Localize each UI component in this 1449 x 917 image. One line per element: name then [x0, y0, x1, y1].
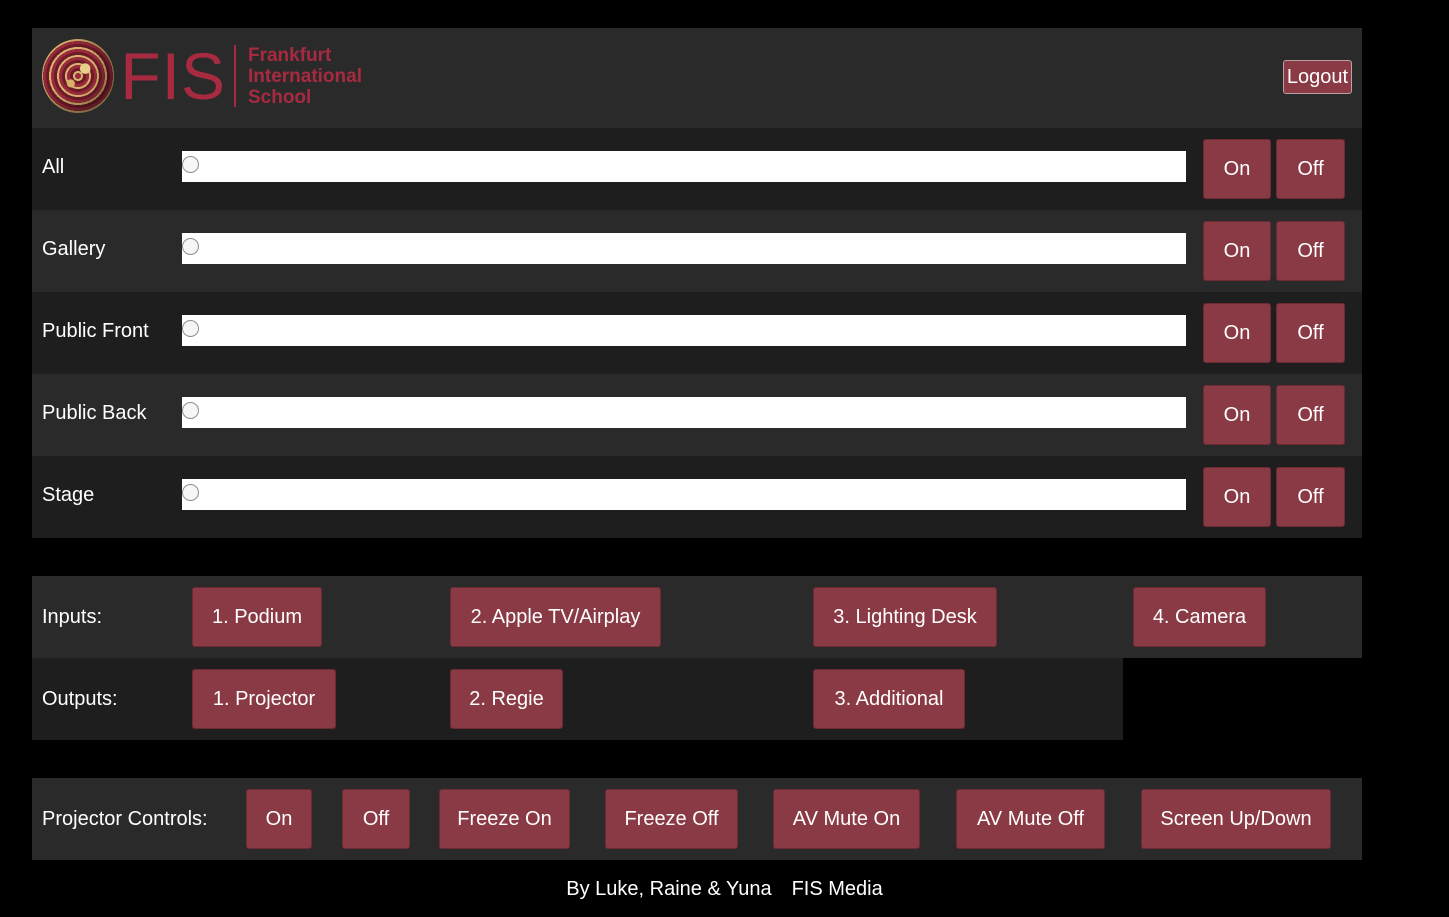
slider-handle[interactable] — [182, 402, 199, 419]
zone-on-button-gallery[interactable]: On — [1203, 221, 1271, 281]
zone-row-all: All On Off — [32, 128, 1362, 210]
screen-up-down-button[interactable]: Screen Up/Down — [1141, 789, 1331, 849]
logout-button[interactable]: Logout — [1282, 60, 1352, 94]
zone-slider-all[interactable] — [182, 151, 1186, 182]
zone-on-button-public-front[interactable]: On — [1203, 303, 1271, 363]
output-additional-button[interactable]: 3. Additional — [813, 669, 965, 729]
slider-handle[interactable] — [182, 238, 199, 255]
zone-label: Public Front — [42, 320, 149, 342]
outputs-row: Outputs: 1. Projector 2. Regie 3. Additi… — [32, 658, 1123, 740]
zone-off-button-public-front[interactable]: Off — [1276, 303, 1345, 363]
zone-on-button-all[interactable]: On — [1203, 139, 1271, 199]
output-projector-button[interactable]: 1. Projector — [192, 669, 336, 729]
projector-on-button[interactable]: On — [246, 789, 312, 849]
input-camera-button[interactable]: 4. Camera — [1133, 587, 1266, 647]
zone-slider-public-back[interactable] — [182, 397, 1186, 428]
school-name-line-3: School — [247, 86, 312, 108]
school-name: Frankfurt International School — [248, 45, 362, 108]
zone-off-button-all[interactable]: Off — [1276, 139, 1345, 199]
zone-on-button-stage[interactable]: On — [1203, 467, 1271, 527]
zone-row-public-back: Public Back On Off — [32, 374, 1362, 456]
zone-slider-gallery[interactable] — [182, 233, 1186, 264]
freeze-on-button[interactable]: Freeze On — [439, 789, 570, 849]
zone-off-button-stage[interactable]: Off — [1276, 467, 1345, 527]
slider-handle[interactable] — [182, 156, 199, 173]
zone-row-public-front: Public Front On Off — [32, 292, 1362, 374]
output-regie-button[interactable]: 2. Regie — [450, 669, 563, 729]
zone-label: Gallery — [42, 238, 106, 260]
projector-controls-row: Projector Controls: On Off Freeze On Fre… — [32, 778, 1362, 860]
zone-on-button-public-back[interactable]: On — [1203, 385, 1271, 445]
zone-slider-public-front[interactable] — [182, 315, 1186, 346]
av-mute-on-button[interactable]: AV Mute On — [773, 789, 920, 849]
footer-credits: By Luke, Raine & Yuna — [566, 878, 772, 900]
footer: By Luke, Raine & Yuna FIS Media — [0, 878, 1449, 901]
footer-org: FIS Media — [791, 878, 883, 900]
logo-mark: FIS — [120, 39, 227, 113]
input-apple-tv-button[interactable]: 2. Apple TV/Airplay — [450, 587, 661, 647]
header-bar: FIS Frankfurt International School Logou… — [32, 28, 1362, 128]
zone-off-button-public-back[interactable]: Off — [1276, 385, 1345, 445]
zone-row-gallery: Gallery On Off — [32, 210, 1362, 292]
zone-label: All — [42, 156, 65, 178]
av-mute-off-button[interactable]: AV Mute Off — [956, 789, 1105, 849]
slider-handle[interactable] — [182, 320, 199, 337]
inputs-label: Inputs: — [42, 606, 103, 628]
zone-label: Stage — [42, 484, 95, 506]
school-name-line-1: Frankfurt — [247, 44, 332, 66]
zone-label: Public Back — [42, 402, 147, 424]
outputs-label: Outputs: — [42, 688, 118, 710]
freeze-off-button[interactable]: Freeze Off — [605, 789, 738, 849]
zone-slider-stage[interactable] — [182, 479, 1186, 510]
input-lighting-desk-button[interactable]: 3. Lighting Desk — [813, 587, 997, 647]
slider-handle[interactable] — [182, 484, 199, 501]
zone-row-stage: Stage On Off — [32, 456, 1362, 538]
projector-controls-label: Projector Controls: — [42, 808, 208, 830]
projector-off-button[interactable]: Off — [342, 789, 410, 849]
globe-logo-icon — [42, 39, 115, 113]
inputs-row: Inputs: 1. Podium 2. Apple TV/Airplay 3.… — [32, 576, 1362, 658]
fis-logo: FIS Frankfurt International School — [42, 38, 362, 114]
input-podium-button[interactable]: 1. Podium — [192, 587, 322, 647]
school-name-line-2: International — [247, 65, 362, 87]
zone-off-button-gallery[interactable]: Off — [1276, 221, 1345, 281]
logo-divider — [234, 45, 236, 107]
